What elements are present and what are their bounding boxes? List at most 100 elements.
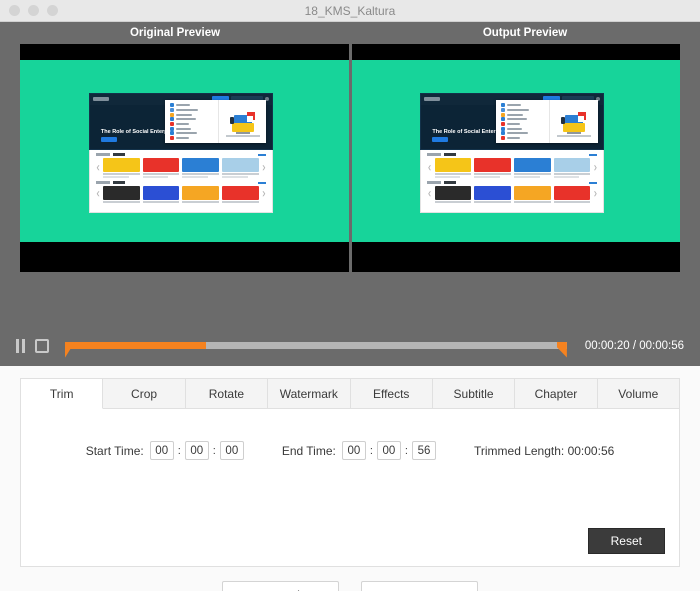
hero-cta-button (100, 137, 117, 143)
dropdown-item (167, 131, 216, 136)
title-bar: 18_KMS_Kaltura (0, 0, 700, 22)
dropdown-item (498, 112, 547, 117)
video-editor-window: 18_KMS_Kaltura Original Preview Output P… (0, 0, 700, 591)
end-seconds-input[interactable]: 56 (411, 441, 436, 460)
stop-button[interactable] (35, 338, 49, 353)
kaltura-logo (92, 97, 109, 102)
time-separator: : (404, 444, 408, 457)
hero-cta-button (432, 137, 449, 143)
tab-watermark[interactable]: Watermark (268, 379, 351, 409)
end-hours-input[interactable]: 00 (341, 441, 366, 460)
start-minutes-input[interactable]: 00 (184, 441, 209, 460)
trim-form: Start Time: 00 : 00 : 00 End Time: 00 : … (21, 441, 679, 460)
video-content-mock: 98% The Role of Social Enterprise (88, 92, 273, 213)
dropdown-item (498, 121, 547, 126)
reset-button[interactable]: Reset (587, 528, 665, 554)
kaltura-logo (424, 97, 441, 102)
dropdown-item (498, 103, 547, 108)
upload-illustration (229, 112, 256, 132)
prev-arrow-icon: ❮ (95, 164, 101, 171)
next-arrow-icon: ❯ (261, 191, 266, 198)
editor-panel: Trim Crop Rotate Watermark Effects Subti… (0, 366, 700, 567)
close-button[interactable] (9, 5, 20, 16)
start-seconds-input[interactable]: 00 (219, 441, 244, 460)
tab-volume[interactable]: Volume (597, 379, 679, 409)
thumbnail-item (142, 157, 180, 179)
time-separator: : (212, 444, 216, 457)
traffic-lights (0, 5, 58, 16)
thumbnail-item (434, 157, 472, 179)
trimmed-length-label: Trimmed Length: 00:00:56 (473, 443, 615, 458)
thumbnail-item (513, 185, 551, 204)
window-title: 18_KMS_Kaltura (304, 3, 396, 18)
thumbnail-row-2: ❮ ❯ (427, 185, 598, 204)
add-new-dropdown (164, 99, 267, 144)
green-screen-background: 98% The Role of Social Enterprise (351, 60, 680, 242)
thumbnail-item (103, 157, 140, 179)
thumbnail-row-1: ❮ ❯ (427, 157, 597, 179)
thumbnail-row-1: ❮ ❯ (95, 157, 266, 179)
video-content-mock: 98% The Role of Social Enterprise (420, 92, 605, 213)
dialog-footer: Cancel Save (0, 567, 700, 591)
dropdown-illustration-pane (549, 99, 598, 144)
preview-headers: Original Preview Output Preview (0, 22, 700, 44)
pause-button[interactable] (16, 338, 25, 353)
tab-chapter[interactable]: Chapter (515, 379, 598, 409)
timecode-display: 00:00:20 / 00:00:56 (584, 339, 684, 352)
start-time-group: Start Time: 00 : 00 : 00 (86, 441, 244, 460)
thumbnail-item (182, 185, 220, 204)
reset-button-wrap: Reset (587, 528, 665, 554)
save-button[interactable]: Save (361, 581, 478, 591)
end-time-label: End Time: (281, 443, 336, 458)
trim-tab-panel: Start Time: 00 : 00 : 00 End Time: 00 : … (21, 409, 679, 566)
timeline-scrubber[interactable] (65, 336, 567, 358)
preview-section: Original Preview Output Preview The Role… (0, 22, 700, 325)
pause-icon (16, 338, 25, 353)
tab-effects[interactable]: Effects (350, 379, 433, 409)
next-arrow-icon: ❯ (593, 191, 598, 198)
thumbnail-item (182, 157, 220, 179)
thumbnail-item (474, 157, 511, 179)
thumbnail-row-2: ❮ ❯ (96, 185, 266, 204)
tab-card: Trim Crop Rotate Watermark Effects Subti… (20, 378, 680, 567)
thumbnail-item (142, 185, 180, 204)
thumbnail-item (103, 185, 140, 204)
tab-crop[interactable]: Crop (103, 379, 186, 409)
dropdown-item (167, 135, 216, 140)
tab-bar: Trim Crop Rotate Watermark Effects Subti… (21, 379, 679, 409)
thumbnail-item (222, 185, 259, 204)
dropdown-item (498, 107, 547, 112)
maximize-button[interactable] (47, 5, 58, 16)
dropdown-item (498, 135, 547, 140)
add-new-dropdown (496, 99, 598, 144)
time-separator: : (369, 444, 373, 457)
trim-start-handle[interactable] (65, 341, 75, 358)
end-minutes-input[interactable]: 00 (376, 441, 401, 460)
trim-end-handle[interactable] (556, 341, 567, 358)
thumbnail-item (513, 157, 551, 179)
tab-rotate[interactable]: Rotate (185, 379, 269, 409)
start-hours-input[interactable]: 00 (149, 441, 174, 460)
output-preview-label: Output Preview (482, 27, 568, 39)
dropdown-item (167, 126, 216, 131)
original-preview-video[interactable]: 98% The Role of Social Enterprise (20, 44, 349, 272)
kaltura-hero-section: 98% The Role of Social Enterprise (88, 92, 273, 151)
thumbnail-item (474, 185, 511, 204)
tab-subtitle[interactable]: Subtitle (432, 379, 516, 409)
dropdown-menu-list (496, 100, 549, 143)
timeline-progress (65, 341, 206, 349)
dropdown-item (167, 103, 216, 108)
tab-trim[interactable]: Trim (21, 379, 104, 409)
time-separator: : (177, 444, 181, 457)
minimize-button[interactable] (28, 5, 39, 16)
output-preview-video[interactable]: 98% The Role of Social Enterprise (351, 44, 680, 272)
original-preview-label: Original Preview (129, 27, 221, 39)
dropdown-item (167, 107, 216, 112)
dropdown-item (498, 117, 547, 122)
start-time-label: Start Time: (85, 443, 144, 458)
thumbnail-item (222, 157, 259, 179)
cancel-button[interactable]: Cancel (222, 581, 339, 591)
thumbnail-item (553, 185, 591, 204)
dropdown-item (498, 126, 547, 131)
dropdown-item (167, 117, 216, 122)
